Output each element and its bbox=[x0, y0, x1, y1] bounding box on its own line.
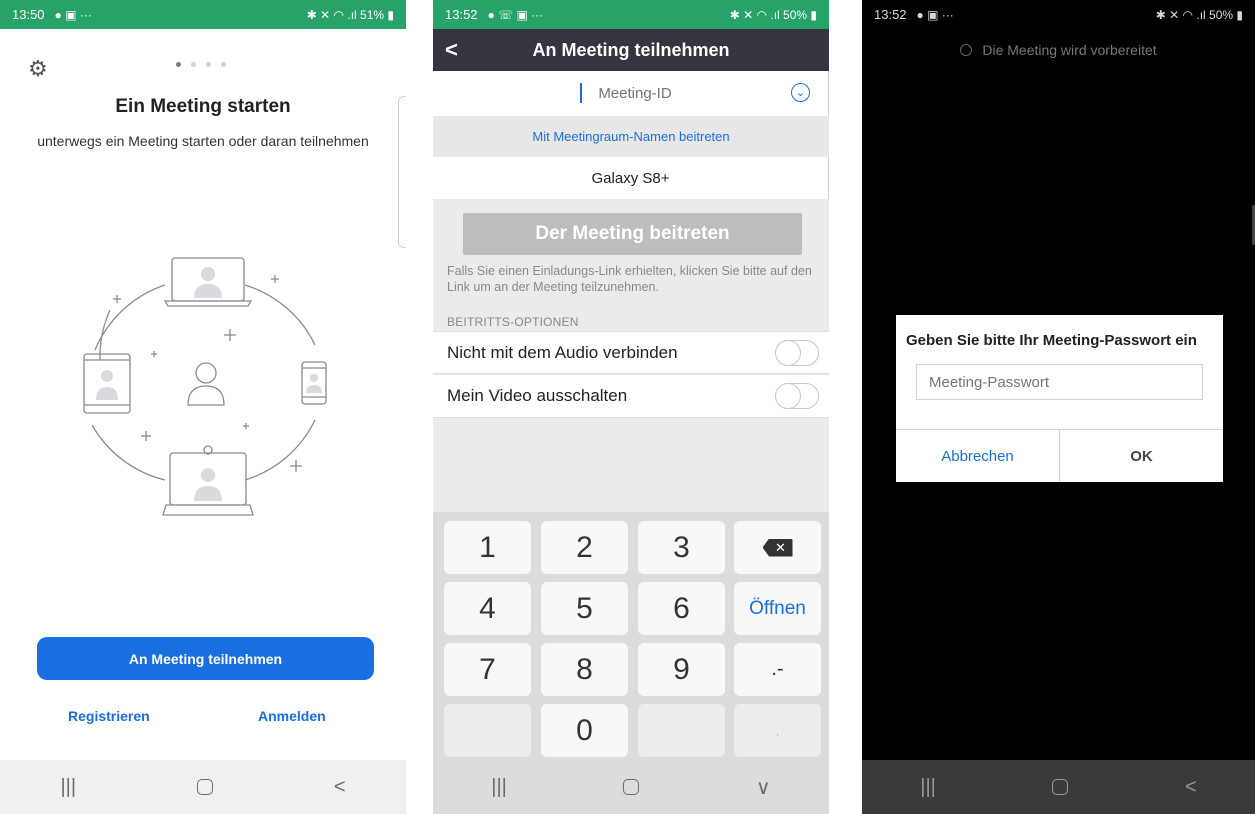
recents-icon[interactable]: ||| bbox=[60, 776, 76, 799]
key-9[interactable]: 9 bbox=[638, 643, 725, 696]
backspace-icon: ✕ bbox=[762, 538, 793, 557]
settings-gear-icon[interactable]: ⚙ bbox=[28, 56, 48, 82]
status-bar: 13:50 ● ▣ ··· ✱ ✕ ◠ .ıl 51% ▮ bbox=[0, 0, 406, 29]
status-battery: ✱ ✕ ◠ .ıl 51% ▮ bbox=[306, 7, 394, 22]
key-open[interactable]: Öffnen bbox=[734, 582, 821, 635]
start-screen: 13:50 ● ▣ ··· ✱ ✕ ◠ .ıl 51% ▮ ⚙ Ein Meet… bbox=[0, 0, 406, 814]
join-meeting-button[interactable]: An Meeting teilnehmen bbox=[37, 637, 374, 680]
key-empty bbox=[444, 704, 531, 757]
option-label: Mein Video ausschalten bbox=[447, 386, 628, 405]
preparing-status: Die Meeting wird vorbereitet bbox=[862, 42, 1255, 58]
header-bar: < An Meeting teilnehmen bbox=[433, 29, 829, 71]
page-dot-active bbox=[176, 62, 181, 67]
status-bar: 13:52 ● ☏ ▣ ··· ✱ ✕ ◠ .ıl 50% ▮ bbox=[433, 0, 829, 29]
key-1[interactable]: 1 bbox=[444, 521, 531, 574]
password-input[interactable] bbox=[916, 364, 1203, 400]
status-battery: ✱ ✕ ◠ .ıl 50% ▮ bbox=[729, 7, 817, 22]
header-title: An Meeting teilnehmen bbox=[532, 39, 730, 60]
display-name-field[interactable]: Galaxy S8+ bbox=[433, 157, 829, 199]
home-icon[interactable] bbox=[196, 779, 213, 795]
no-audio-toggle[interactable] bbox=[775, 340, 819, 366]
password-dialog: Geben Sie bitte Ihr Meeting-Passwort ein… bbox=[896, 315, 1223, 482]
system-nav-bar: ||| < bbox=[862, 760, 1255, 814]
edge-panel-handle[interactable] bbox=[398, 96, 406, 248]
system-nav-bar: ||| < bbox=[0, 760, 406, 814]
recents-icon[interactable]: ||| bbox=[920, 776, 936, 799]
history-dropdown-icon[interactable]: ⌄ bbox=[791, 83, 810, 102]
key-7[interactable]: 7 bbox=[444, 643, 531, 696]
key-punct[interactable]: .- bbox=[734, 643, 821, 696]
option-video-off: Mein Video ausschalten bbox=[433, 375, 829, 418]
numeric-keypad: 1 2 3 ✕ 4 5 6 Öffnen 7 8 9 .- 0 , bbox=[433, 512, 829, 760]
dialog-buttons: Abbrechen OK bbox=[896, 429, 1223, 482]
video-off-toggle[interactable] bbox=[775, 383, 819, 409]
join-meeting-button[interactable]: Der Meeting beitreten bbox=[463, 213, 802, 255]
recents-icon[interactable]: ||| bbox=[491, 776, 507, 799]
spinner-icon bbox=[960, 44, 973, 56]
page-indicator bbox=[176, 62, 226, 67]
dialog-title: Geben Sie bitte Ihr Meeting-Passwort ein bbox=[906, 332, 1197, 349]
toggle-knob bbox=[775, 340, 801, 366]
text-caret bbox=[580, 83, 582, 103]
key-5[interactable]: 5 bbox=[541, 582, 628, 635]
ok-button[interactable]: OK bbox=[1060, 430, 1223, 482]
status-time: 13:50 bbox=[12, 7, 45, 22]
home-icon[interactable] bbox=[1052, 779, 1069, 795]
invite-link-hint: Falls Sie einen Einladungs-Link erhielte… bbox=[447, 264, 812, 294]
hide-keyboard-icon[interactable]: ∨ bbox=[756, 775, 771, 800]
toggle-knob bbox=[775, 383, 801, 409]
key-4[interactable]: 4 bbox=[444, 582, 531, 635]
status-time: 13:52 bbox=[445, 7, 478, 22]
option-no-audio: Nicht mit dem Audio verbinden bbox=[433, 331, 829, 374]
page-title: Ein Meeting starten bbox=[115, 96, 291, 117]
options-heading: BEITRITTS-OPTIONEN bbox=[447, 315, 579, 329]
key-6[interactable]: 6 bbox=[638, 582, 725, 635]
key-2[interactable]: 2 bbox=[541, 521, 628, 574]
status-time: 13:52 bbox=[874, 7, 907, 22]
page-dot bbox=[206, 62, 211, 67]
key-empty bbox=[638, 704, 725, 757]
password-screen: 13:52 ● ▣ ··· ✱ ✕ ◠ .ıl 50% ▮ Die Meetin… bbox=[862, 0, 1255, 814]
join-screen: 13:52 ● ☏ ▣ ··· ✱ ✕ ◠ .ıl 50% ▮ < An Mee… bbox=[433, 0, 829, 814]
signin-link[interactable]: Anmelden bbox=[258, 708, 326, 724]
cancel-button[interactable]: Abbrechen bbox=[896, 430, 1060, 482]
back-nav-icon[interactable]: < bbox=[334, 776, 346, 799]
back-arrow-icon[interactable]: < bbox=[445, 37, 458, 63]
notification-icons: ● ☏ ▣ ··· bbox=[487, 7, 544, 22]
meeting-illustration bbox=[83, 257, 327, 516]
key-3[interactable]: 3 bbox=[638, 521, 725, 574]
register-link[interactable]: Registrieren bbox=[68, 708, 150, 724]
meeting-id-row: ⌄ bbox=[433, 71, 829, 116]
home-icon[interactable] bbox=[623, 779, 640, 795]
room-name-link[interactable]: Mit Meetingraum-Namen beitreten bbox=[433, 116, 829, 156]
key-8[interactable]: 8 bbox=[541, 643, 628, 696]
system-nav-bar: ||| ∨ bbox=[433, 760, 829, 814]
key-backspace[interactable]: ✕ bbox=[734, 521, 821, 574]
status-bar: 13:52 ● ▣ ··· ✱ ✕ ◠ .ıl 50% ▮ bbox=[862, 0, 1255, 29]
notification-icons: ● ▣ ··· bbox=[916, 7, 954, 22]
back-nav-icon[interactable]: < bbox=[1185, 776, 1197, 799]
key-0[interactable]: 0 bbox=[541, 704, 628, 757]
meeting-id-input[interactable] bbox=[573, 84, 697, 103]
page-subtitle: unterwegs ein Meeting starten oder daran… bbox=[37, 133, 369, 149]
notification-icons: ● ▣ ··· bbox=[54, 7, 92, 22]
page-dot bbox=[221, 62, 226, 67]
page-dot bbox=[191, 62, 196, 67]
key-comma[interactable]: , bbox=[734, 704, 821, 757]
option-label: Nicht mit dem Audio verbinden bbox=[447, 342, 678, 362]
status-battery: ✱ ✕ ◠ .ıl 50% ▮ bbox=[1155, 7, 1243, 22]
